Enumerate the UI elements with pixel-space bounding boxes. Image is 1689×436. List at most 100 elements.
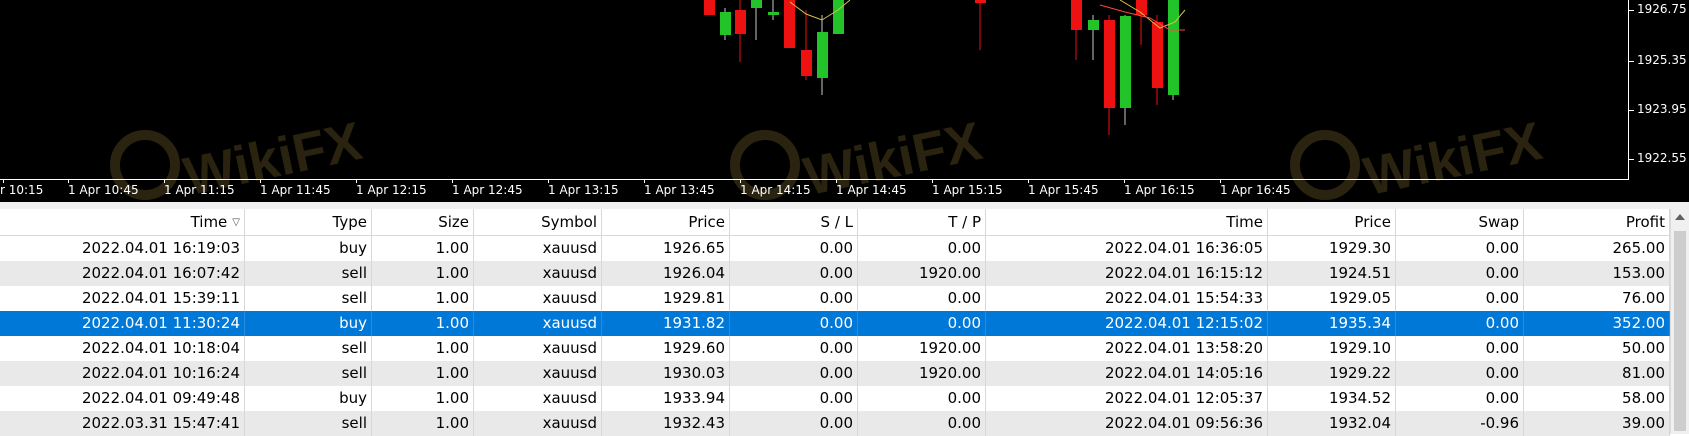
- price-tick: [1628, 10, 1634, 11]
- candlestick: [720, 8, 731, 40]
- candlestick: [1152, 15, 1163, 105]
- candle-body: [735, 10, 746, 34]
- table-row[interactable]: 2022.04.01 16:07:42 sell 1.00 xauusd 1926.04…: [0, 261, 1670, 286]
- column-header-label: Size: [438, 213, 469, 231]
- column-header-label: Price: [688, 213, 725, 231]
- column-header[interactable]: Swap: [1396, 209, 1524, 235]
- table-cell: 2022.04.01 15:54:33: [986, 286, 1268, 311]
- time-tick: [452, 180, 453, 183]
- time-label: 1 Apr 16:45: [1220, 183, 1291, 197]
- column-header[interactable]: T / P: [858, 209, 986, 235]
- time-label: 1 Apr 11:15: [164, 183, 235, 197]
- table-cell: 1926.65: [602, 236, 730, 261]
- table-row-selected[interactable]: 2022.04.01 11:30:24 buy 1.00 xauusd 1931.82 0…: [0, 311, 1670, 336]
- table-row[interactable]: 2022.04.01 09:49:48 buy 1.00 xauusd 1933.94 0…: [0, 386, 1670, 411]
- table-cell: 1929.22: [1268, 361, 1396, 386]
- table-cell: 1.00: [372, 411, 474, 436]
- table-cell: buy: [245, 236, 372, 261]
- table-cell: 2022.04.01 09:49:48: [0, 386, 245, 411]
- table-cell: 1926.04: [602, 261, 730, 286]
- column-header[interactable]: Price: [1268, 209, 1396, 235]
- table-cell: 1929.10: [1268, 336, 1396, 361]
- table-cell: xauusd: [474, 261, 602, 286]
- table-cell: 1933.94: [602, 386, 730, 411]
- time-label: r 10:15: [0, 183, 44, 197]
- table-cell: sell: [245, 361, 372, 386]
- candle-body: [704, 0, 715, 15]
- table-cell: 0.00: [730, 286, 858, 311]
- table-cell: xauusd: [474, 311, 602, 336]
- time-tick: [3, 180, 4, 183]
- column-header-label: Profit: [1625, 213, 1665, 231]
- candlestick: [704, 0, 715, 15]
- candle-body: [751, 0, 762, 8]
- table-row[interactable]: 2022.04.01 10:18:04 sell 1.00 xauusd 1929.60…: [0, 336, 1670, 361]
- table-row[interactable]: 2022.04.01 16:19:03 buy 1.00 xauusd 1926.65 0…: [0, 236, 1670, 261]
- table-cell: xauusd: [474, 236, 602, 261]
- candle-body: [720, 12, 731, 35]
- table-cell: sell: [245, 261, 372, 286]
- time-tick: [164, 180, 165, 183]
- table-cell: sell: [245, 336, 372, 361]
- time-label: 1 Apr 11:45: [260, 183, 331, 197]
- column-header[interactable]: Time ▽: [0, 209, 245, 235]
- candle-body: [1120, 16, 1131, 108]
- candlestick: [833, 0, 844, 34]
- time-tick: [356, 180, 357, 183]
- table-cell: 2022.04.01 10:16:24: [0, 361, 245, 386]
- column-header[interactable]: Price: [602, 209, 730, 235]
- price-label: 1923.95: [1637, 102, 1687, 116]
- scroll-thumb[interactable]: [1674, 231, 1686, 431]
- candle-body: [817, 32, 828, 78]
- table-cell: 0.00: [858, 411, 986, 436]
- time-label: 1 Apr 14:45: [836, 183, 907, 197]
- table-cell: 1.00: [372, 386, 474, 411]
- vertical-scrollbar[interactable]: [1670, 209, 1689, 434]
- table-cell: 1.00: [372, 361, 474, 386]
- price-chart[interactable]: WikiFX WikiFX WikiFX 1926.75 1925.35 1923.95…: [0, 0, 1689, 202]
- column-header[interactable]: Time: [986, 209, 1268, 235]
- table-row[interactable]: 2022.04.01 10:16:24 sell 1.00 xauusd 1930.03…: [0, 361, 1670, 386]
- candlestick: [1120, 15, 1131, 125]
- column-header[interactable]: S / L: [730, 209, 858, 235]
- table-cell: 1935.34: [1268, 311, 1396, 336]
- panel-separator[interactable]: [0, 202, 1689, 209]
- candlestick: [801, 10, 812, 80]
- time-label: 1 Apr 13:15: [548, 183, 619, 197]
- table-cell: 1934.52: [1268, 386, 1396, 411]
- table-row[interactable]: 2022.04.01 15:39:11 sell 1.00 xauusd 1929.81…: [0, 286, 1670, 311]
- scroll-up-arrow-icon[interactable]: [1675, 214, 1685, 220]
- table-row[interactable]: 2022.03.31 15:47:41 sell 1.00 xauusd 1932.43…: [0, 411, 1670, 436]
- table-cell: 0.00: [858, 311, 986, 336]
- column-header[interactable]: Symbol: [474, 209, 602, 235]
- trade-history-table: Time ▽ Type Size Symbol Price S / L T / P Time Pr…: [0, 209, 1670, 436]
- table-cell: 1.00: [372, 336, 474, 361]
- column-header[interactable]: Type: [245, 209, 372, 235]
- price-tick: [1628, 61, 1634, 62]
- column-header[interactable]: Profit: [1524, 209, 1670, 235]
- price-tick: [1628, 110, 1634, 111]
- table-cell: xauusd: [474, 386, 602, 411]
- time-tick: [1124, 180, 1125, 183]
- candlestick: [768, 0, 779, 20]
- candlestick: [1088, 15, 1099, 60]
- table-cell: 265.00: [1524, 236, 1670, 261]
- table-cell: sell: [245, 411, 372, 436]
- candle-body: [1152, 22, 1163, 88]
- table-cell: 1932.04: [1268, 411, 1396, 436]
- sort-down-icon: ▽: [232, 217, 240, 228]
- candle-body: [1168, 0, 1179, 95]
- price-tick: [1628, 159, 1634, 160]
- table-cell: 81.00: [1524, 361, 1670, 386]
- column-header[interactable]: Size: [372, 209, 474, 235]
- time-label: 1 Apr 12:45: [452, 183, 523, 197]
- column-header-label: Symbol: [541, 213, 597, 231]
- table-cell: 2022.04.01 14:05:16: [986, 361, 1268, 386]
- column-header-label: Swap: [1478, 213, 1519, 231]
- table-cell: 1929.81: [602, 286, 730, 311]
- table-cell: 2022.03.31 15:47:41: [0, 411, 245, 436]
- table-cell: 1.00: [372, 236, 474, 261]
- table-cell: 0.00: [1396, 261, 1524, 286]
- chart-canvas: WikiFX WikiFX WikiFX: [0, 0, 1629, 202]
- table-cell: 1.00: [372, 261, 474, 286]
